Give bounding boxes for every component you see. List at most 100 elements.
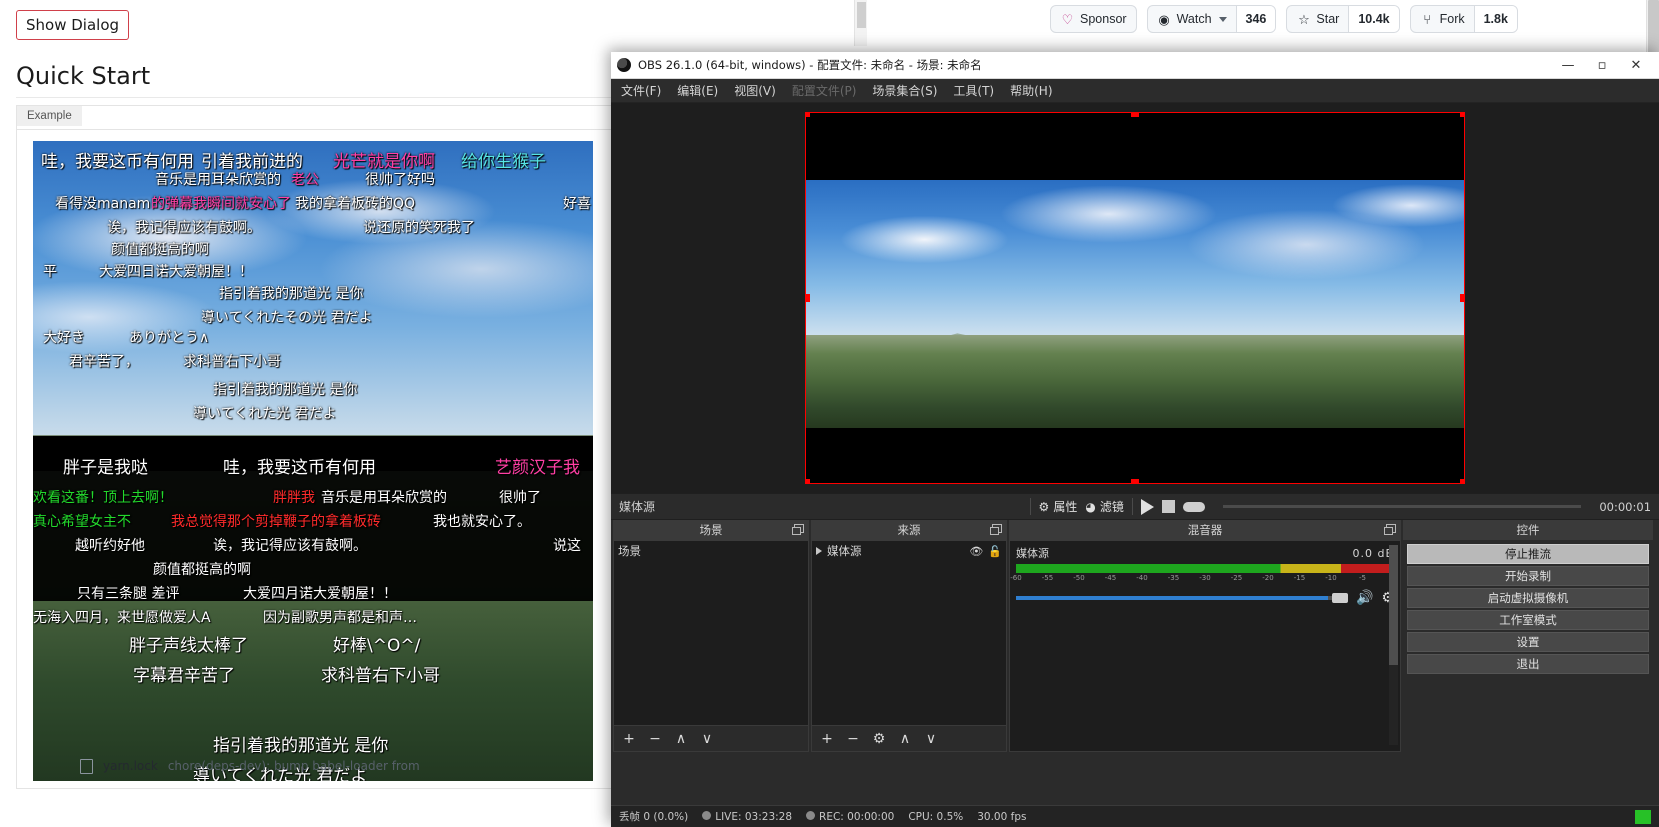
danmaku-comment: 说这 [553,538,581,554]
danmaku-comment: 大好き [43,330,85,346]
mixer-dock: 混音器 媒体源 0.0 dB -60 -55 -50 -45 -40 -35 -30 -25 -… [1009,520,1401,752]
obs-preview-area[interactable] [611,103,1659,493]
inner-scrollbar-thumb[interactable] [857,2,866,28]
lock-open-icon[interactable]: 🔓 [988,545,1002,558]
scenes-toolbar-btn-3[interactable]: ∨ [695,728,719,750]
media-scrubber[interactable] [1222,505,1582,508]
menu-item-4[interactable]: 场景集合(S) [872,82,937,99]
resize-handle-ml[interactable] [806,294,810,302]
menu-item-5[interactable]: 工具(T) [953,82,994,99]
control-button-3[interactable]: 工作室模式 [1407,610,1649,630]
watch-button[interactable]: ◉ Watch 346 [1146,5,1277,33]
speaker-icon[interactable]: 🔊 [1356,590,1373,606]
scenes-toolbar-btn-0[interactable]: + [617,728,641,750]
obs-preview-canvas[interactable] [805,112,1465,484]
tab-example[interactable]: Example [17,106,82,126]
file-commit-message: chore(deps-dev): bump babel-loader from [167,759,420,773]
menu-item-1[interactable]: 编辑(E) [677,82,718,99]
danmaku-comment: 越听约好他 [75,538,145,554]
controls-dock-title: 控件 [1516,523,1540,537]
resize-handle-tr[interactable] [1460,113,1464,117]
menu-item-2[interactable]: 视图(V) [734,82,776,99]
control-button-4[interactable]: 设置 [1407,632,1649,652]
float-dock-icon[interactable] [1384,524,1396,535]
filters-button[interactable]: ◕ 滤镜 [1085,498,1124,515]
list-item[interactable]: 场景 [614,541,808,561]
control-button-5[interactable]: 退出 [1407,654,1649,674]
danmaku-comment: 平 [43,264,57,280]
resize-handle-br[interactable] [1460,479,1464,483]
resize-handle-tl[interactable] [806,113,810,117]
volume-slider-fill [1016,596,1329,600]
obs-titlebar[interactable]: OBS 26.1.0 (64-bit, windows) - 配置文件: 未命名… [611,52,1659,79]
video-player-poster[interactable]: 哇，我要这币有何用 引着我前进的 光芒就是你啊 给你生猴子 音乐是用耳朵欣赏的 老公 很帅了… [33,141,593,781]
control-button-2[interactable]: 启动虚拟摄像机 [1407,588,1649,608]
maximize-button[interactable]: ▫ [1585,52,1619,78]
danmaku-comment: 求科普右下小哥 [183,354,281,370]
control-button-0[interactable]: 停止推流 [1407,544,1649,564]
volume-meter-ticks: -60-55-50-45-40-35-30-25-20-15-10-50 [1010,574,1396,584]
properties-button[interactable]: ⚙ 属性 [1039,498,1078,515]
meter-tick: -50 [1073,574,1085,582]
resize-handle-bc[interactable] [1131,479,1139,483]
resize-handle-tc[interactable] [1131,113,1139,117]
resize-handle-bl[interactable] [806,479,810,483]
float-dock-icon[interactable] [792,524,804,535]
float-dock-icon[interactable] [990,524,1002,535]
star-count[interactable]: 10.4k [1348,6,1399,32]
show-dialog-button[interactable]: Show Dialog [16,10,130,40]
play-icon[interactable] [1140,498,1154,515]
watch-count[interactable]: 346 [1235,6,1276,32]
scenes-toolbar-btn-1[interactable]: − [643,728,667,750]
fork-icon: ⑂ [1423,11,1432,27]
expand-triangle-icon[interactable] [816,547,822,555]
meter-tick: -40 [1136,574,1148,582]
stop-icon[interactable] [1161,500,1175,513]
star-button[interactable]: ☆ Star 10.4k [1286,5,1400,33]
inner-scrollbar[interactable] [854,0,867,46]
eye-icon[interactable]: 👁 [969,545,983,558]
menu-item-3[interactable]: 配置文件(P) [792,82,857,99]
sources-toolbar-btn-2[interactable]: ⚙ [867,728,891,750]
fork-count[interactable]: 1.8k [1473,6,1517,32]
danmaku-comment: 诶，我记得应该有鼓啊。 [107,220,261,236]
danmaku-comment: 给你生猴子 [461,152,546,172]
menu-item-6[interactable]: 帮助(H) [1010,82,1052,99]
meter-tick: -5 [1359,574,1366,582]
sources-toolbar-btn-0[interactable]: + [815,728,839,750]
obs-window-title: OBS 26.1.0 (64-bit, windows) - 配置文件: 未命名… [638,58,982,72]
file-name[interactable]: yarn.lock [103,759,158,773]
obs-window[interactable]: OBS 26.1.0 (64-bit, windows) - 配置文件: 未命名… [611,52,1659,827]
meter-tick: -25 [1230,574,1243,582]
control-button-1[interactable]: 开始录制 [1407,566,1649,586]
list-item[interactable]: 媒体源 👁 🔓 [812,541,1006,561]
meter-tick: -30 [1199,574,1211,582]
preview-letterbox-top [806,113,1464,180]
sponsor-button[interactable]: ♡ Sponsor [1050,5,1137,33]
mixer-scrollbar-thumb[interactable] [1389,545,1398,665]
toolbar-divider-2 [1131,498,1133,515]
danmaku-comment: 君辛苦了， [69,354,139,370]
danmaku-comment: 字幕君辛苦了 [133,666,235,686]
minimize-button[interactable]: — [1551,52,1585,78]
fork-button[interactable]: ⑂ Fork 1.8k [1409,5,1518,33]
scenes-list[interactable]: 场景 [613,540,809,726]
restart-icon[interactable] [1182,501,1205,512]
mixer-body[interactable]: 媒体源 0.0 dB -60 -55 -50 -45 -40 -35 -30 -25 -20 -1… [1009,540,1401,752]
volume-slider[interactable] [1016,593,1348,603]
meter-tick: -35 [1167,574,1180,582]
sources-list[interactable]: 媒体源 👁 🔓 [811,540,1007,726]
mixer-scrollbar[interactable] [1389,545,1398,745]
menu-item-0[interactable]: 文件(F) [621,82,661,99]
filters-icon: ◕ [1085,499,1096,514]
resize-handle-mr[interactable] [1460,294,1464,302]
sources-toolbar-btn-1[interactable]: − [841,728,865,750]
gear-icon: ⚙ [1038,499,1050,514]
volume-meter [1016,564,1394,573]
scenes-toolbar-btn-2[interactable]: ∧ [669,728,693,750]
preview-letterbox-bottom [806,427,1464,483]
close-button[interactable]: ✕ [1619,52,1653,78]
sources-toolbar-btn-3[interactable]: ∧ [893,728,917,750]
volume-slider-knob[interactable] [1332,593,1348,603]
sources-toolbar-btn-4[interactable]: ∨ [919,728,943,750]
